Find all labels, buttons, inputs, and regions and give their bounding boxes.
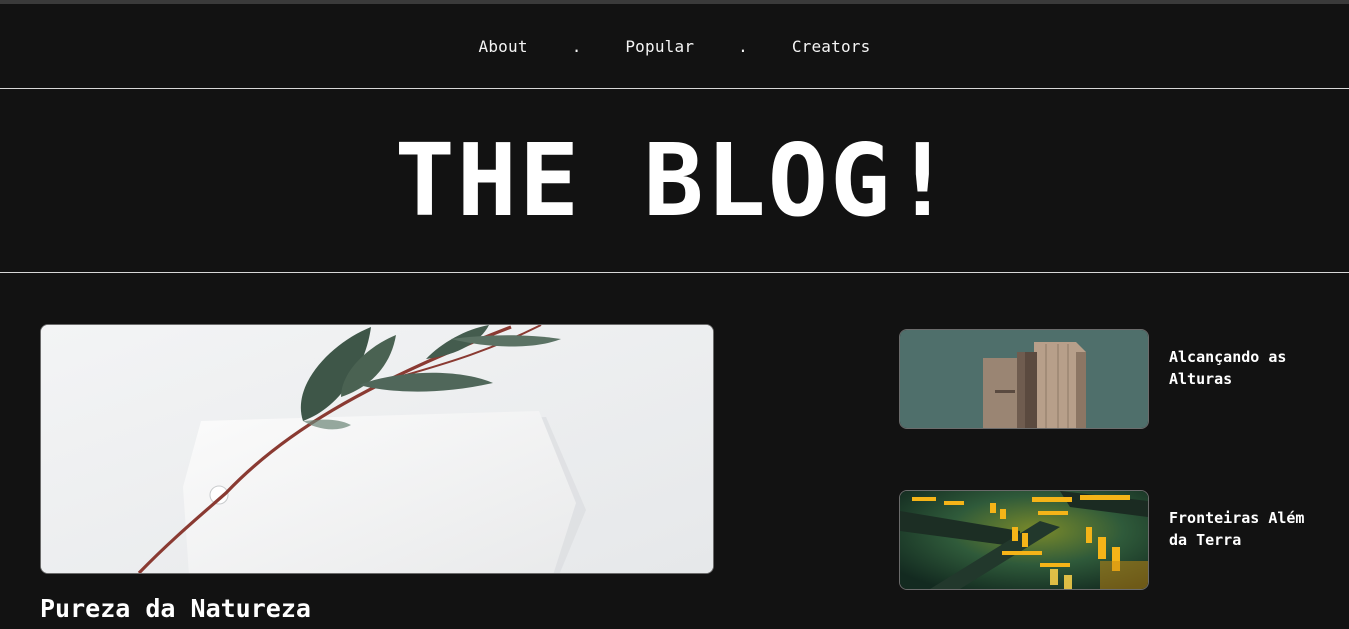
featured-post: Pureza da Natureza bbox=[40, 324, 714, 623]
nav-separator: . bbox=[571, 36, 582, 56]
nav-separator: . bbox=[738, 36, 748, 56]
side-post-image[interactable] bbox=[899, 329, 1149, 429]
side-post[interactable]: Alcançando as Alturas bbox=[899, 329, 1319, 429]
side-post-title[interactable]: Alcançando as Alturas bbox=[1169, 346, 1319, 390]
page-title: THE BLOG! bbox=[394, 122, 955, 239]
divider-bottom bbox=[0, 272, 1349, 273]
nav-link-creators[interactable]: Creators bbox=[792, 37, 871, 56]
nav-link-popular[interactable]: Popular bbox=[625, 37, 694, 56]
featured-post-image[interactable] bbox=[40, 324, 714, 574]
side-post-title[interactable]: Fronteiras Além da Terra bbox=[1169, 507, 1319, 551]
main-nav: About . Popular . Creators bbox=[0, 4, 1349, 88]
side-post[interactable]: Fronteiras Além da Terra bbox=[899, 490, 1319, 590]
side-post-image[interactable] bbox=[899, 490, 1149, 590]
nav-link-about[interactable]: About bbox=[479, 37, 528, 56]
featured-post-title[interactable]: Pureza da Natureza bbox=[40, 594, 714, 623]
